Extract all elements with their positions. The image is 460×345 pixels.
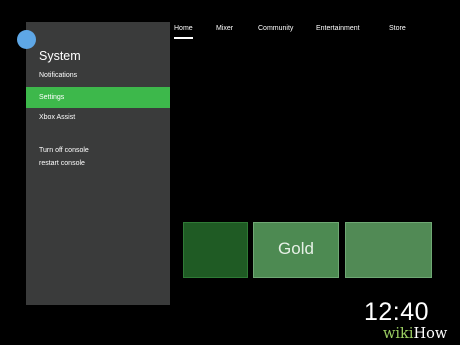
tab-store[interactable]: Store xyxy=(389,25,406,41)
menu-item-label: Settings xyxy=(39,94,65,101)
menu-item-label: restart console xyxy=(39,160,85,167)
tab-community[interactable]: Community xyxy=(258,25,293,41)
tile-label: Gold xyxy=(278,239,314,258)
tab-home[interactable]: Home xyxy=(174,25,193,41)
tab-entertainment[interactable]: Entertainment xyxy=(316,25,360,41)
menu-item-notifications[interactable]: Notifications xyxy=(26,65,170,86)
menu-item-label: Xbox Assist xyxy=(39,114,76,121)
watermark-part: How xyxy=(413,326,448,342)
watermark-logo: wikiHow xyxy=(383,326,447,342)
watermark-part: wiki xyxy=(383,326,414,342)
clock: 12:40 xyxy=(364,298,430,326)
guide-panel: System Notifications Settings Xbox Assis… xyxy=(26,22,170,305)
menu-item-xbox-assist[interactable]: Xbox Assist xyxy=(26,107,170,128)
panel-title: System xyxy=(39,49,81,63)
menu-item-settings[interactable]: Settings xyxy=(26,87,170,108)
avatar[interactable] xyxy=(17,30,36,49)
menu-item-label: Notifications xyxy=(39,72,78,79)
content-tile[interactable] xyxy=(183,222,248,278)
menu-item-restart-console[interactable]: restart console xyxy=(26,153,170,174)
tab-mixer[interactable]: Mixer xyxy=(216,25,233,41)
gold-tile[interactable]: Gold xyxy=(253,222,339,278)
content-tile[interactable] xyxy=(345,222,432,278)
